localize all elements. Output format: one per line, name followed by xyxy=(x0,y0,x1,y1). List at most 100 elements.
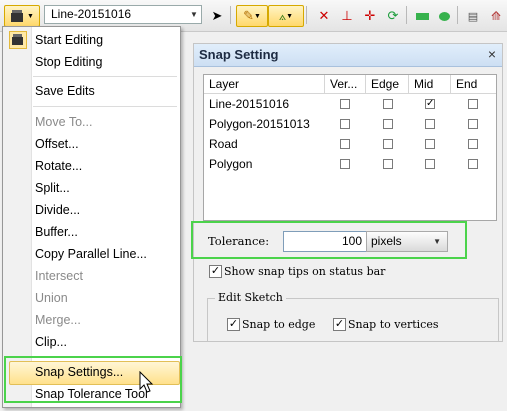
move-icon: ✛ xyxy=(364,8,376,23)
mouse-cursor-icon xyxy=(139,371,154,393)
menu-item-move-to: Move To... xyxy=(35,115,93,129)
delete-vertex-icon: ✕ xyxy=(318,8,330,23)
editor-menu-button[interactable]: ▼ xyxy=(4,5,40,27)
menu-item-save-edits[interactable]: Save Edits xyxy=(35,80,95,102)
tolerance-units-value: pixels xyxy=(371,234,402,248)
target-layer-value: Line-20151016 xyxy=(51,7,132,21)
column-header-end[interactable]: End xyxy=(451,75,496,94)
ellipse-button[interactable] xyxy=(432,5,456,27)
check-icon: ✓ xyxy=(210,265,221,277)
layer-name-cell: Polygon-20151013 xyxy=(209,117,310,131)
snap-to-vertices-checkbox[interactable]: ✓ xyxy=(333,318,346,331)
menu-item-split[interactable]: Split... xyxy=(35,177,70,199)
menu-separator xyxy=(33,356,177,357)
edit-cursor-icon: ➤ xyxy=(211,8,223,23)
snap-setting-dialog: Snap Setting × Layer Ver... Edge Mid End… xyxy=(193,43,503,342)
menu-item-clip[interactable]: Clip... xyxy=(35,331,67,353)
sketch-properties-icon: ⟰ xyxy=(490,9,502,23)
end-checkbox[interactable] xyxy=(468,139,478,149)
dialog-title: Snap Setting xyxy=(199,47,279,62)
mid-checkbox[interactable] xyxy=(425,139,435,149)
menu-separator xyxy=(33,106,177,107)
menu-item-divide[interactable]: Divide... xyxy=(35,199,80,221)
mid-checkbox[interactable]: ✓ xyxy=(425,99,435,109)
show-snap-tips-label: Show snap tips on status bar xyxy=(224,265,386,278)
tolerance-input[interactable]: 100 xyxy=(283,231,368,252)
vertex-checkbox[interactable] xyxy=(340,119,350,129)
check-icon: ✓ xyxy=(228,318,239,330)
column-header-layer[interactable]: Layer xyxy=(204,75,325,94)
dropdown-icon: ▼ xyxy=(27,12,34,20)
tolerance-units-select[interactable]: pixels ▼ xyxy=(366,231,448,252)
snap-icon: ⟑ xyxy=(278,8,287,23)
snap-layer-grid: Layer Ver... Edge Mid End Line-20151016 … xyxy=(203,74,497,221)
move-button[interactable]: ✛ xyxy=(358,5,382,27)
layer-name-cell: Line-20151016 xyxy=(209,97,290,111)
mid-checkbox[interactable] xyxy=(425,119,435,129)
vertex-checkbox[interactable] xyxy=(340,159,350,169)
edge-checkbox[interactable] xyxy=(383,159,393,169)
snap-to-edge-label: Snap to edge xyxy=(242,318,316,331)
dropdown-icon: ▼ xyxy=(286,12,294,20)
editor-dropdown-menu: Start Editing Stop Editing Save Edits Mo… xyxy=(2,26,181,408)
column-header-mid[interactable]: Mid xyxy=(409,75,451,94)
rotate-icon: ⟳ xyxy=(387,8,399,23)
combo-arrow: ▼ xyxy=(190,10,198,19)
menu-item-snap-settings[interactable]: Snap Settings... xyxy=(35,361,123,383)
menu-item-rotate[interactable]: Rotate... xyxy=(35,155,82,177)
toolbar-separator xyxy=(457,6,458,24)
check-icon: ✓ xyxy=(426,98,435,109)
delete-vertex-button[interactable]: ✕ xyxy=(312,5,336,27)
menu-item-union: Union xyxy=(35,291,68,305)
start-editing-icon-frame xyxy=(9,31,27,49)
dropdown-icon: ▼ xyxy=(253,12,261,20)
menu-item-stop-editing[interactable]: Stop Editing xyxy=(35,51,102,73)
snap-to-vertices-label: Snap to vertices xyxy=(348,318,439,331)
snap-to-edge-checkbox[interactable]: ✓ xyxy=(227,318,240,331)
toolbar-separator xyxy=(406,6,407,24)
menu-item-buffer[interactable]: Buffer... xyxy=(35,221,78,243)
perpendicular-button[interactable]: ⊥ xyxy=(335,5,359,27)
editor-icon xyxy=(12,34,23,45)
edge-checkbox[interactable] xyxy=(383,99,393,109)
sketch-tool-button[interactable]: ✎ ▼ xyxy=(236,5,268,27)
end-checkbox[interactable] xyxy=(468,159,478,169)
perpendicular-icon: ⊥ xyxy=(341,8,353,23)
vertex-checkbox[interactable] xyxy=(340,139,350,149)
attributes-button[interactable]: ▤ xyxy=(461,5,485,27)
end-checkbox[interactable] xyxy=(468,119,478,129)
mid-checkbox[interactable] xyxy=(425,159,435,169)
target-layer-combo[interactable]: Line-20151016 ▼ xyxy=(44,5,202,24)
menu-item-merge: Merge... xyxy=(35,313,81,327)
menu-separator xyxy=(33,76,177,77)
rectangle-icon xyxy=(415,12,429,20)
dialog-title-bar: Snap Setting × xyxy=(194,44,502,67)
vertex-checkbox[interactable] xyxy=(340,99,350,109)
attributes-icon: ▤ xyxy=(467,10,479,23)
edge-checkbox[interactable] xyxy=(383,119,393,129)
rectangle-button[interactable] xyxy=(410,5,434,27)
menu-icon-gutter xyxy=(3,27,32,407)
check-icon: ✓ xyxy=(334,318,345,330)
edit-tool-button[interactable]: ➤ xyxy=(205,5,229,27)
layer-name-cell: Road xyxy=(209,137,238,151)
snap-tool-button[interactable]: ⟑ ▼ xyxy=(268,5,304,27)
close-icon[interactable]: × xyxy=(488,46,496,62)
menu-item-intersect: Intersect xyxy=(35,269,83,283)
edge-checkbox[interactable] xyxy=(383,139,393,149)
menu-item-start-editing[interactable]: Start Editing xyxy=(35,29,103,51)
menu-item-offset[interactable]: Offset... xyxy=(35,133,79,155)
menu-item-copy-parallel-line[interactable]: Copy Parallel Line... xyxy=(35,243,147,265)
menu-item-snap-tolerance-tool[interactable]: Snap Tolerance Tool xyxy=(35,383,148,405)
rotate-button[interactable]: ⟳ xyxy=(381,5,405,27)
chevron-down-icon: ▼ xyxy=(433,237,441,246)
sketch-properties-button[interactable]: ⟰ xyxy=(484,5,507,27)
show-snap-tips-checkbox[interactable]: ✓ xyxy=(209,265,222,278)
end-checkbox[interactable] xyxy=(468,99,478,109)
toolbar-separator xyxy=(306,6,307,24)
tolerance-label: Tolerance: xyxy=(208,234,270,248)
column-header-edge[interactable]: Edge xyxy=(366,75,409,94)
ellipse-icon xyxy=(438,11,450,21)
sketch-pencil-icon: ✎ xyxy=(243,8,254,23)
column-header-vertex[interactable]: Ver... xyxy=(325,75,366,94)
